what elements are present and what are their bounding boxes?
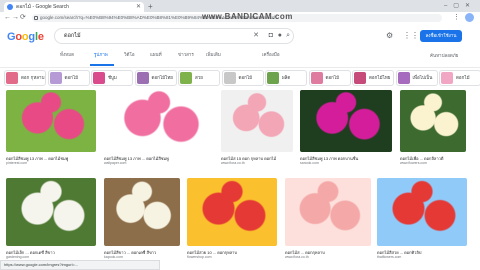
google-logo[interactable]: Google [7, 31, 44, 43]
chip-thumbnail [310, 72, 323, 84]
result-thumbnail[interactable] [6, 90, 96, 152]
chip-thumbnail [180, 72, 192, 84]
chip-label: ชีบูม [108, 75, 117, 80]
safesearch-button[interactable]: ค้นหาปลอดภัย [430, 52, 458, 59]
back-icon[interactable]: ← [4, 13, 11, 23]
tab-title: ดอกไม้ - Google Search [16, 4, 69, 10]
sign-in-button[interactable]: ลงชื่อเข้าใช้งาน [420, 30, 462, 42]
result-source: sanook.com [300, 161, 319, 165]
related-search-chip[interactable]: ชีบูม [91, 70, 133, 86]
settings-gear-icon[interactable]: ⚙ [386, 31, 393, 41]
related-searches-bar: › ดอก กุหลาบดอกไม้ชีบูมดอกไม้ไทยสวยดอกไม… [0, 68, 480, 88]
result-source: www.flora.co.th [285, 255, 309, 259]
chip-thumbnail [397, 72, 410, 84]
camera-search-icon[interactable]: ◘ [269, 29, 273, 43]
google-favicon-icon [7, 4, 13, 10]
chip-label: ผลิต [282, 75, 291, 80]
recorder-watermark: www.BANDICAM.com [202, 12, 293, 21]
result-source: www.flora.co.th [221, 161, 245, 165]
close-tab-icon[interactable]: ✕ [136, 2, 141, 12]
tab-all[interactable]: ทั้งหมด [60, 51, 74, 58]
profile-avatar[interactable] [465, 13, 474, 22]
related-search-chip[interactable]: สวย [178, 70, 220, 86]
chip-label: สวย [195, 75, 203, 80]
result-source: www.flowers.com [400, 161, 428, 165]
microphone-icon[interactable]: ● [278, 29, 282, 43]
chip-label: ดอก กุหลาบ [21, 75, 45, 80]
chip-label: ดอกไม้ [64, 75, 79, 80]
chip-thumbnail [93, 72, 105, 84]
chip-label: เพื่อไปเป็น [412, 75, 433, 80]
active-tab-indicator [90, 64, 114, 66]
reload-icon[interactable]: ⟳ [20, 13, 26, 23]
result-thumbnail[interactable] [221, 90, 293, 152]
related-search-chip[interactable]: ดอกไม้ [439, 70, 480, 86]
chip-label: ดอกไม้ไทย [369, 75, 391, 80]
result-thumbnail[interactable] [6, 178, 96, 246]
clear-icon[interactable]: ✕ [253, 29, 259, 43]
result-source: thaiflowers.com [377, 255, 402, 259]
chip-label: ดอกไม้ [325, 75, 340, 80]
result-thumbnail[interactable] [300, 90, 392, 152]
browser-tab[interactable]: ดอกไม้ - Google Search ✕ [4, 2, 144, 12]
related-search-chip[interactable]: ดอก กุหลาบ [4, 70, 46, 86]
related-search-chip[interactable]: ดอกไม้ [221, 70, 264, 86]
status-bar: https://www.google.com/imgres?imgurl=... [0, 260, 160, 270]
result-source: kapook.com [104, 255, 123, 259]
result-thumbnail[interactable] [104, 178, 180, 246]
result-source: gardening.com [6, 255, 30, 259]
chip-label: ดอกไม้ [238, 75, 253, 80]
tab-more[interactable]: เพิ่มเติม [206, 51, 221, 58]
new-tab-icon[interactable]: + [148, 2, 153, 12]
result-thumbnail[interactable] [377, 178, 467, 246]
tab-news[interactable]: ข่าวสาร [178, 51, 194, 58]
tools-button[interactable]: เครื่องมือ [262, 51, 280, 58]
chip-thumbnail [6, 72, 18, 84]
result-source: pinterest.com [6, 161, 28, 165]
tab-videos[interactable]: วิดีโอ [124, 51, 135, 58]
chip-thumbnail [267, 72, 279, 84]
apps-grid-icon[interactable]: ⋮⋮ [403, 31, 419, 41]
window-controls[interactable]: –▢✕ [444, 0, 476, 12]
search-icon[interactable]: ⌕ [286, 29, 290, 43]
related-search-chip[interactable]: ดอกไม้ [47, 70, 90, 86]
search-header: Google ดอกไม้ ✕ ◘ ● ⌕ ⚙ ⋮⋮ ลงชื่อเข้าใช้… [0, 24, 480, 68]
result-thumbnail[interactable] [187, 178, 277, 246]
related-search-chip[interactable]: ดอกไม้ไทย [352, 70, 394, 86]
chip-thumbnail [223, 72, 236, 84]
image-results-grid: ดอกไม้สีชมพู 13 ภาพ ... ดอกไม้ชมพู pinter… [0, 90, 480, 270]
result-thumbnail[interactable] [285, 178, 371, 246]
search-input[interactable]: ดอกไม้ ✕ ◘ ● ⌕ [54, 28, 294, 44]
tab-maps[interactable]: แผนที่ [150, 51, 162, 58]
chip-label: ดอกไม้ [456, 75, 470, 80]
tab-images[interactable]: รูปภาพ [94, 51, 108, 58]
related-search-chip[interactable]: เพื่อไปเป็น [395, 70, 438, 86]
result-source: wallpaper.com [104, 161, 127, 165]
search-query: ดอกไม้ [64, 33, 81, 39]
lock-icon [34, 16, 38, 20]
result-thumbnail[interactable] [104, 90, 214, 152]
chip-label: ดอกไม้ไทย [151, 75, 173, 80]
forward-icon[interactable]: → [12, 13, 19, 23]
related-search-chip[interactable]: ดอกไม้ไทย [134, 70, 177, 86]
chip-thumbnail [49, 72, 62, 84]
related-search-chip[interactable]: ผลิต [265, 70, 307, 86]
chip-thumbnail [441, 72, 453, 84]
browser-menu-icon[interactable]: ⋮ [453, 12, 460, 24]
chip-thumbnail [354, 72, 366, 84]
related-search-chip[interactable]: ดอกไม้ [308, 70, 351, 86]
chip-thumbnail [136, 72, 149, 84]
result-source: flowershop.com [187, 255, 212, 259]
result-thumbnail[interactable] [400, 90, 466, 152]
